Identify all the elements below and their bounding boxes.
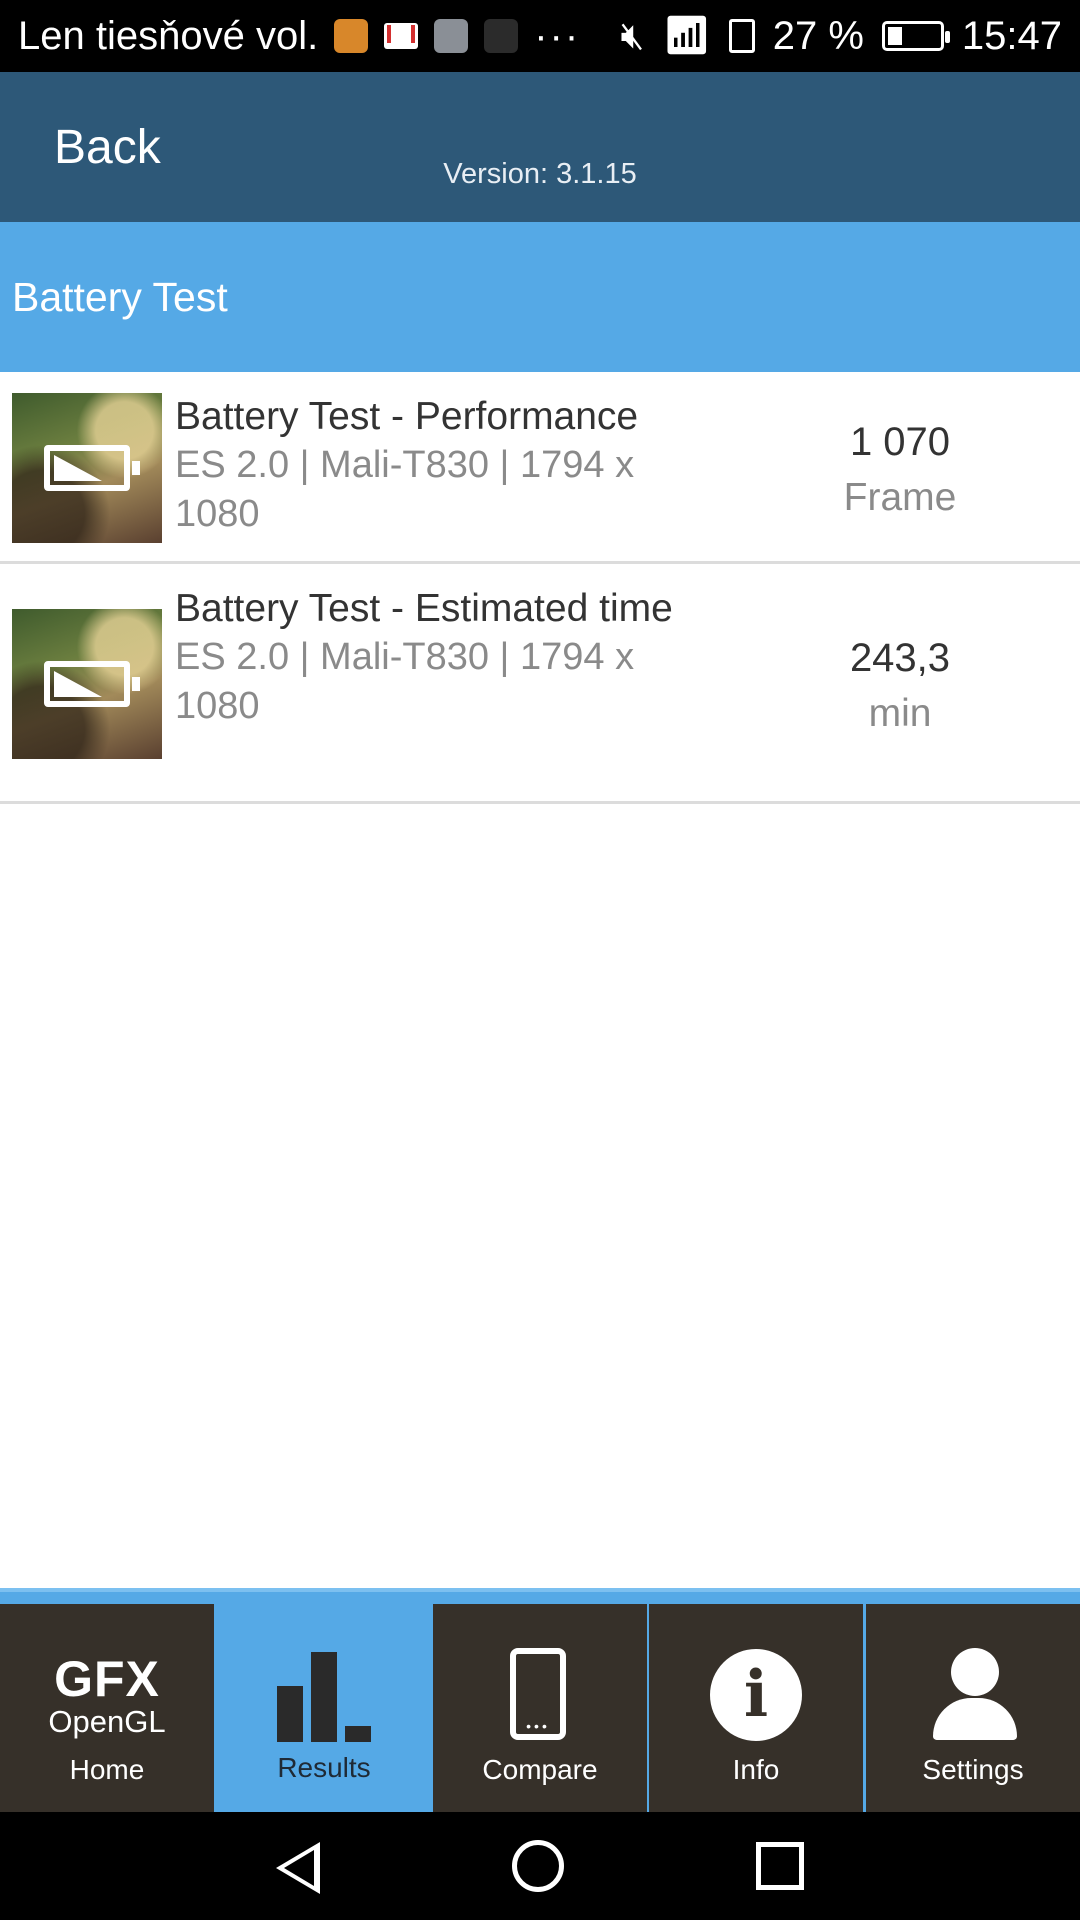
system-recents-icon[interactable] [756,1842,804,1890]
app-notification-icon-2 [484,19,519,53]
result-unit: min [868,692,932,735]
result-title: Battery Test - Performance [175,395,639,438]
battery-percent: 27 % [772,13,864,58]
more-notifications-icon: ··· [534,13,581,58]
result-value: 1 070 [849,420,951,464]
result-unit: Frame [843,476,957,519]
tab-compare[interactable]: Compare [433,1604,647,1812]
section-title: Battery Test [12,274,228,320]
user-icon [931,1648,1017,1740]
bar-chart-icon [277,1652,377,1742]
tab-label: Home [69,1754,145,1785]
gfx-logo-icon: GFX OpenGL [48,1651,166,1739]
tab-info[interactable]: i Info [649,1604,863,1812]
gallery-notification-icon [434,19,469,53]
result-subtitle: ES 2.0 | Mali-T830 | 1794 x 1080 [175,636,635,727]
system-back-icon[interactable] [276,1842,320,1894]
battery-icon [881,21,950,51]
app-header: Back Version: 3.1.15 [0,72,1080,222]
system-home-icon[interactable] [512,1840,564,1892]
results-list: Battery Test - Performance ES 2.0 | Mali… [0,372,1080,804]
info-icon: i [710,1649,802,1741]
tab-label: Compare [482,1754,598,1785]
battery-test-icon [44,445,140,491]
result-subtitle: ES 2.0 | Mali-T830 | 1794 x 1080 [175,444,635,535]
bottom-navigation: GFX OpenGL Home Results Compare i Info S… [0,1588,1080,1812]
status-bar: Len tiesňové vol. ··· 🔇︎ 📶︎ 27 % 15:47 [0,0,1080,72]
system-navigation-bar [0,1812,1080,1920]
tab-label: Settings [922,1754,1024,1785]
clock: 15:47 [961,13,1062,58]
tab-settings[interactable]: Settings [866,1604,1080,1812]
sim-icon [728,19,755,53]
app-notification-icon [334,19,369,53]
version-label: Version: 3.1.15 [443,158,637,190]
result-value: 243,3 [849,636,951,680]
phone-icon [510,1648,566,1740]
result-title: Battery Test - Estimated time [175,587,673,630]
section-header: Battery Test [0,222,1080,372]
test-thumbnail [12,609,162,759]
carrier-text: Len tiesňové vol. [18,13,319,58]
test-thumbnail [12,393,162,543]
mute-icon: 🔇︎ [620,14,645,57]
tab-home[interactable]: GFX OpenGL Home [0,1604,214,1812]
tab-results[interactable]: Results [217,1604,431,1812]
wifi-icon: 📶︎ [662,15,711,57]
tab-label: Results [277,1752,371,1783]
tab-label: Info [732,1754,780,1785]
gmail-icon [384,23,419,49]
result-row[interactable]: Battery Test - Performance ES 2.0 | Mali… [0,372,1080,564]
battery-test-icon [44,661,140,707]
result-row[interactable]: Battery Test - Estimated time ES 2.0 | M… [0,564,1080,804]
